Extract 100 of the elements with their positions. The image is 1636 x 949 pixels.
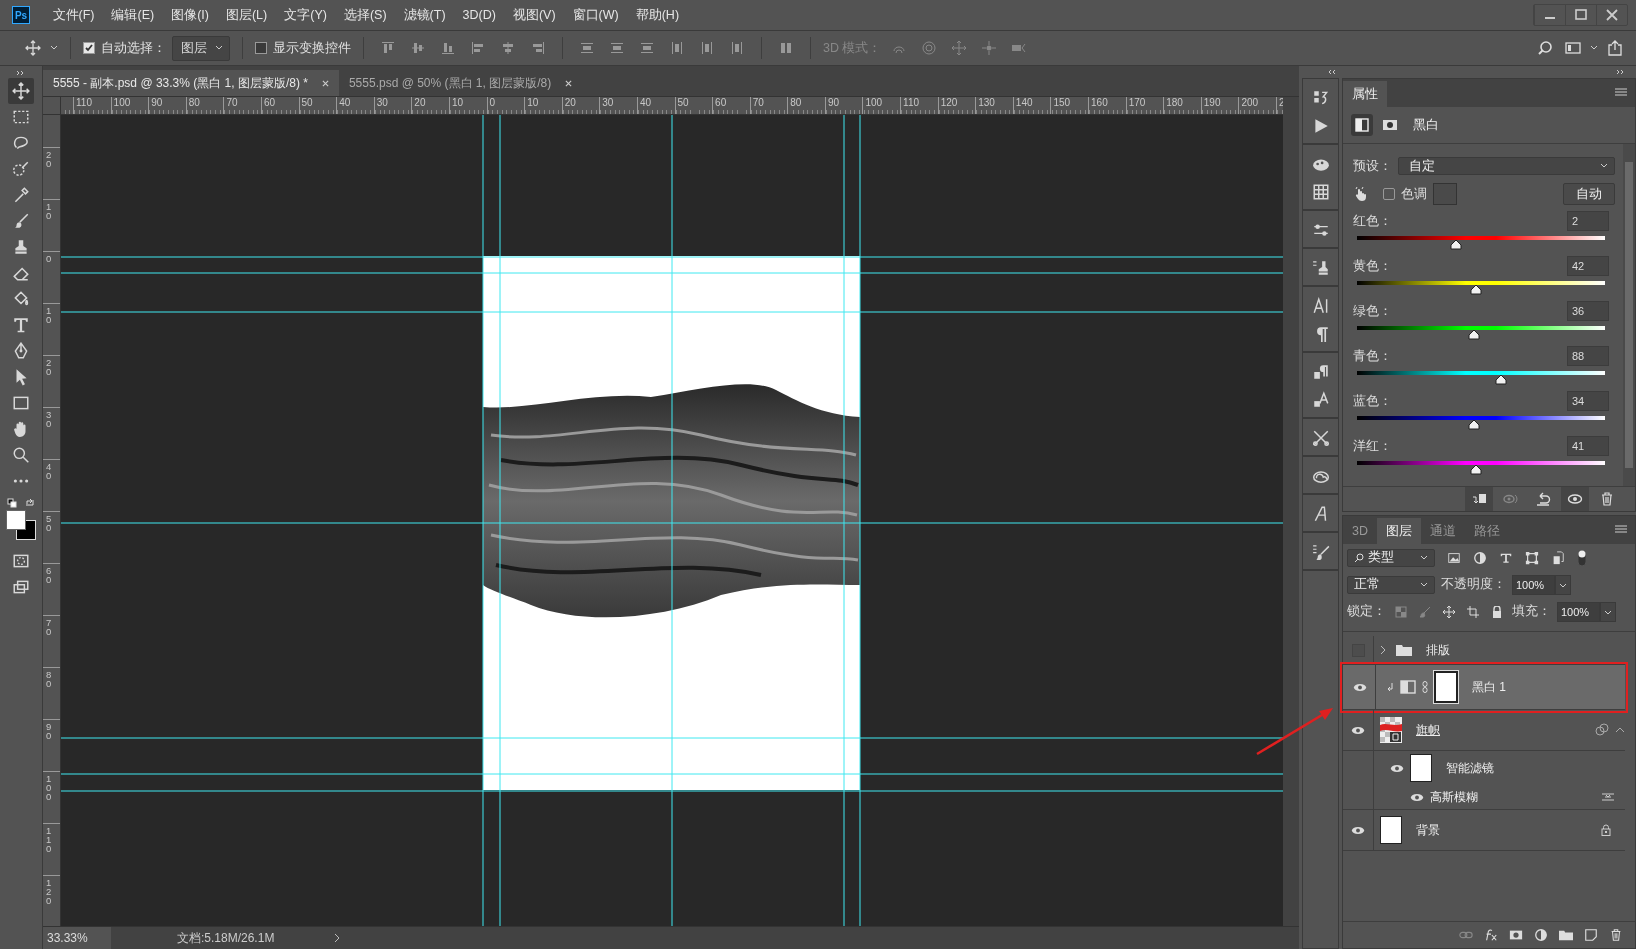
menu-item[interactable]: 编辑(E) [102,6,163,24]
image-filter-icon[interactable] [1447,550,1461,565]
slider-thumb[interactable] [1470,464,1483,475]
trash-icon[interactable] [1609,928,1623,942]
folder-icon[interactable] [1559,928,1573,942]
panel-menu-icon[interactable] [1615,88,1627,98]
auto-align-icon[interactable] [778,40,794,56]
visibility-eye-icon[interactable] [1351,825,1365,835]
character-styles-icon[interactable] [1311,391,1330,409]
color-slider-track[interactable] [1357,416,1605,431]
layer-row[interactable]: 背景 [1343,810,1625,851]
distribute-center-icon[interactable] [699,40,715,56]
value-field[interactable]: 42 [1567,256,1609,276]
value-field[interactable]: 41 [1567,436,1609,456]
menu-item[interactable]: 文件(F) [44,6,103,24]
align-center-icon[interactable] [500,40,516,56]
new-layer-icon[interactable] [1584,928,1598,942]
slider-thumb[interactable] [1467,329,1480,340]
preset-dropdown[interactable]: 自定 [1398,157,1615,175]
menu-item[interactable]: 窗口(W) [564,6,628,24]
lock-position-icon[interactable] [1443,605,1455,618]
color-slider-track[interactable] [1357,236,1605,251]
visibility-eye-icon[interactable] [1353,682,1367,692]
filter-toggle[interactable] [1577,548,1587,567]
visibility-eye-icon[interactable] [1410,792,1424,802]
align-left-icon[interactable] [470,40,486,56]
brush-presets-icon[interactable] [1311,543,1330,561]
character-icon[interactable] [1311,297,1330,315]
filter-mask-thumbnail[interactable] [1410,754,1432,782]
distribute-left-icon[interactable] [669,40,685,56]
stamp-list-icon[interactable] [1311,259,1330,277]
distribute-top-icon[interactable] [579,40,595,56]
paragraph-styles-icon[interactable] [1311,363,1330,381]
menu-item[interactable]: 图像(I) [162,6,218,24]
value-field[interactable]: 88 [1567,346,1609,366]
tint-color-swatch[interactable] [1433,183,1457,205]
panel-tab[interactable]: 图层 [1377,518,1421,544]
half-filled-square-icon[interactable] [1351,114,1373,136]
distribute-bottom-icon[interactable] [639,40,655,56]
expand-icon[interactable] [16,70,26,76]
menu-item[interactable]: 视图(V) [504,6,565,24]
tint-checkbox[interactable] [1383,188,1395,200]
workspace-icon[interactable] [1565,40,1581,56]
swap-colors-icon[interactable] [25,498,35,508]
color-swatches-drawing[interactable] [6,510,36,540]
panel-tab[interactable]: 通道 [1421,518,1465,544]
align-top-icon[interactable] [380,40,396,56]
color-slider-track[interactable] [1357,461,1605,476]
fx-icon[interactable] [1484,928,1498,942]
distribute-right-icon[interactable] [729,40,745,56]
adjustment-filter-icon[interactable] [1473,550,1487,565]
app-logo[interactable]: Ps [12,6,30,24]
color-slider-track[interactable] [1357,326,1605,341]
menu-item[interactable]: 滤镜(T) [395,6,455,24]
hand-adjust-icon[interactable] [1353,186,1369,202]
layer-row[interactable]: 旗帜 [1343,710,1625,751]
lock-icon[interactable] [1491,605,1503,618]
align-middle-icon[interactable] [410,40,426,56]
panel-tab[interactable]: 路径 [1465,518,1509,544]
menu-item[interactable]: 3D(D) [454,8,505,22]
add-mask-icon[interactable] [1509,928,1523,942]
color-slider-track[interactable] [1357,371,1605,386]
panel-menu-icon[interactable] [1615,525,1627,535]
visibility-eye-icon[interactable] [1390,763,1404,773]
panel-tab[interactable]: 属性 [1343,81,1387,107]
layer-mask-thumbnail[interactable] [1434,671,1458,703]
layer-filter-dropdown[interactable]: 类型 [1347,548,1435,567]
slider-thumb[interactable] [1470,284,1483,295]
checkbox[interactable] [83,42,95,54]
menu-item[interactable]: 文字(Y) [275,6,336,24]
move-tool-icon[interactable] [25,40,41,56]
clip-to-layer-icon[interactable] [1465,487,1493,511]
visibility-eye-icon[interactable] [1561,487,1589,511]
slider-thumb[interactable] [1467,419,1480,430]
collapse-icon[interactable] [1327,69,1337,75]
move-tool-icon[interactable] [8,78,34,104]
checkbox[interactable] [255,42,267,54]
menu-item[interactable]: 选择(S) [335,6,396,24]
grid-icon[interactable] [1311,183,1330,201]
caret-icon[interactable] [1590,44,1598,52]
expand-icon[interactable] [1616,69,1626,75]
visibility-eye-icon[interactable] [1351,725,1365,735]
menu-item[interactable]: 帮助(H) [627,6,688,24]
document-tab[interactable]: 5555 - 副本.psd @ 33.3% (黑白 1, 图层蒙版/8) * [43,70,339,96]
fill-field[interactable]: 100% [1557,601,1600,622]
tool-presets-icon[interactable] [1311,429,1330,447]
value-field[interactable]: 2 [1567,211,1609,231]
auto-select-dropdown[interactable]: 图层 [172,35,230,61]
lock-artboard-icon[interactable] [1467,605,1479,618]
value-field[interactable]: 34 [1567,391,1609,411]
blend-mode-dropdown[interactable]: 正常 [1347,575,1435,594]
shape-filter-icon[interactable] [1525,550,1539,565]
distribute-middle-icon[interactable] [609,40,625,56]
adjustments-icon[interactable] [1311,221,1330,239]
adjustment-layer-icon[interactable] [1534,928,1548,942]
caret-icon[interactable] [50,44,58,52]
filter-options-icon[interactable] [1601,792,1615,802]
value-field[interactable]: 36 [1567,301,1609,321]
search-icon[interactable] [1537,40,1553,56]
scrollbar[interactable] [1623,144,1635,486]
